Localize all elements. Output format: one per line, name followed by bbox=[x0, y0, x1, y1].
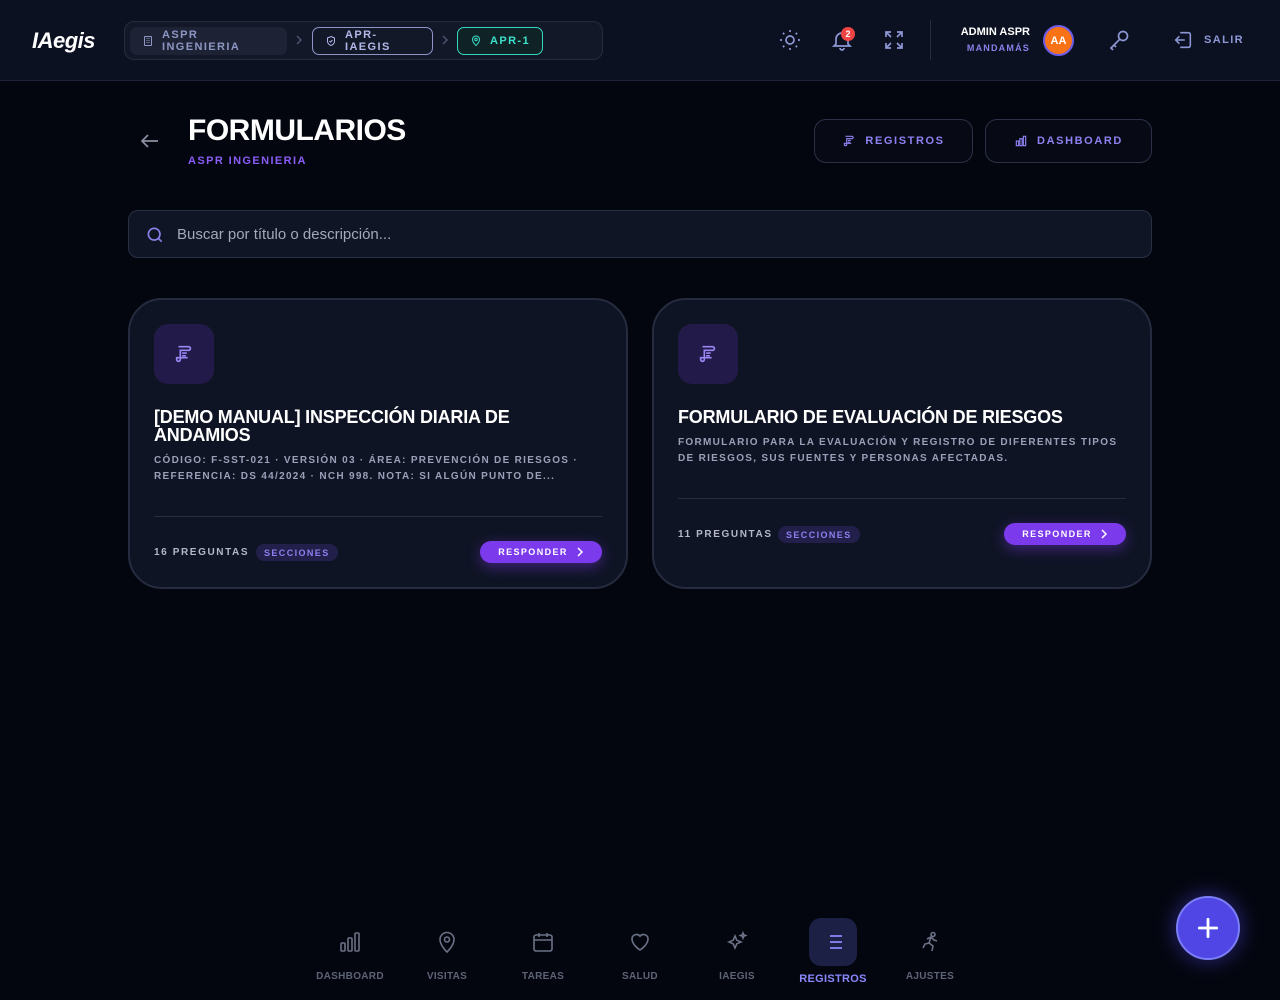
sun-icon[interactable] bbox=[778, 28, 802, 52]
back-arrow-icon[interactable] bbox=[138, 129, 162, 153]
nav-item-dashboard[interactable]: DASHBOARD bbox=[302, 918, 398, 988]
nav-label: TAREAS bbox=[521, 971, 565, 982]
registros-button[interactable]: REGISTROS bbox=[814, 119, 973, 163]
divider bbox=[930, 20, 931, 60]
calendar-icon bbox=[531, 930, 555, 954]
search-bar bbox=[128, 210, 1152, 258]
breadcrumb-label: ASPR INGENIERIA bbox=[162, 29, 241, 53]
respond-button[interactable]: RESPONDER bbox=[1004, 523, 1126, 545]
logout-icon bbox=[1172, 29, 1194, 51]
form-title: FORMULARIO DE EVALUACIÓN DE RIESGOS bbox=[678, 407, 1063, 427]
key-icon[interactable] bbox=[1107, 28, 1131, 52]
nav-item-iaegis[interactable]: IAEGIS bbox=[689, 918, 785, 988]
chevron-right-icon bbox=[1100, 529, 1108, 539]
nav-item-registros[interactable]: REGISTROS bbox=[785, 918, 881, 988]
respond-label: RESPONDER bbox=[1022, 529, 1092, 539]
user-name: ADMIN ASPR bbox=[960, 26, 1030, 38]
card-divider bbox=[678, 498, 1126, 499]
list-icon bbox=[821, 930, 845, 954]
runner-icon bbox=[918, 930, 942, 954]
bar-chart-icon bbox=[338, 930, 362, 954]
top-bar: IAegis ASPR INGENIERIA APR-IAEGIS APR-1 bbox=[0, 0, 1280, 81]
respond-label: RESPONDER bbox=[498, 547, 568, 557]
sections-tag: SECCIONES bbox=[256, 544, 338, 561]
user-role: MANDAMÁS bbox=[966, 43, 1030, 53]
building-icon bbox=[142, 35, 154, 47]
breadcrumb-item-site[interactable]: APR-1 bbox=[457, 27, 543, 55]
breadcrumb-item-company[interactable]: ASPR INGENIERIA bbox=[130, 27, 287, 55]
respond-button[interactable]: RESPONDER bbox=[480, 541, 602, 563]
breadcrumb-item-project[interactable]: APR-IAEGIS bbox=[312, 27, 433, 55]
sections-tag: SECCIONES bbox=[778, 526, 860, 543]
dashboard-button[interactable]: DASHBOARD bbox=[985, 119, 1152, 163]
nav-item-ajustes[interactable]: AJUSTES bbox=[882, 918, 978, 988]
form-card[interactable]: [DEMO MANUAL] INSPECCIÓN DIARIA DE ANDAM… bbox=[128, 298, 628, 589]
shield-icon bbox=[325, 35, 337, 47]
page-title: FORMULARIOS bbox=[188, 114, 406, 147]
breadcrumb-label: APR-1 bbox=[490, 35, 531, 47]
card-divider bbox=[154, 516, 602, 517]
form-scroll-icon bbox=[678, 324, 738, 384]
map-pin-icon bbox=[470, 35, 482, 47]
form-description: CÓDIGO: F-SST-021 · VERSIÓN 03 · ÁREA: P… bbox=[154, 455, 578, 482]
fullscreen-icon[interactable] bbox=[882, 28, 906, 52]
nav-label: AJUSTES bbox=[905, 971, 955, 982]
nav-label: REGISTROS bbox=[799, 973, 867, 985]
nav-item-salud[interactable]: SALUD bbox=[592, 918, 688, 988]
plus-icon bbox=[1195, 915, 1221, 941]
form-title: [DEMO MANUAL] INSPECCIÓN DIARIA DE ANDAM… bbox=[154, 407, 510, 445]
dashboard-label: DASHBOARD bbox=[1037, 135, 1123, 147]
nav-label: SALUD bbox=[622, 971, 658, 982]
logout-label: SALIR bbox=[1204, 34, 1244, 46]
breadcrumb: ASPR INGENIERIA APR-IAEGIS APR-1 bbox=[124, 21, 603, 60]
app-logo[interactable]: IAegis bbox=[32, 28, 96, 54]
chevron-right-icon bbox=[576, 547, 584, 557]
chevron-right-icon bbox=[440, 34, 450, 46]
nav-label: VISITAS bbox=[426, 971, 468, 982]
map-pin-icon bbox=[435, 930, 459, 954]
scroll-icon bbox=[842, 134, 856, 148]
nav-item-visitas[interactable]: VISITAS bbox=[399, 918, 495, 988]
sparkles-icon bbox=[725, 930, 749, 954]
form-card[interactable]: FORMULARIO DE EVALUACIÓN DE RIESGOS FORM… bbox=[652, 298, 1152, 589]
notification-badge: 2 bbox=[841, 27, 855, 41]
breadcrumb-label: APR-IAEGIS bbox=[345, 29, 391, 53]
question-count: 11 PREGUNTAS bbox=[678, 529, 773, 540]
bar-chart-icon bbox=[1014, 134, 1028, 148]
nav-label: IAEGIS bbox=[719, 971, 755, 982]
page-subtitle: ASPR INGENIERIA bbox=[188, 155, 307, 167]
nav-item-tareas[interactable]: TAREAS bbox=[495, 918, 591, 988]
registros-label: REGISTROS bbox=[865, 135, 945, 147]
nav-label: DASHBOARD bbox=[316, 971, 384, 982]
form-description: FORMULARIO PARA LA EVALUACIÓN Y REGISTRO… bbox=[678, 437, 1118, 464]
chevron-right-icon bbox=[294, 34, 304, 46]
logout-button[interactable]: SALIR bbox=[1172, 28, 1244, 52]
question-count: 16 PREGUNTAS bbox=[154, 547, 250, 558]
add-button[interactable] bbox=[1176, 896, 1240, 960]
search-input[interactable] bbox=[177, 211, 1137, 257]
heart-icon bbox=[628, 930, 652, 954]
form-scroll-icon bbox=[154, 324, 214, 384]
avatar[interactable]: AA bbox=[1043, 25, 1074, 56]
